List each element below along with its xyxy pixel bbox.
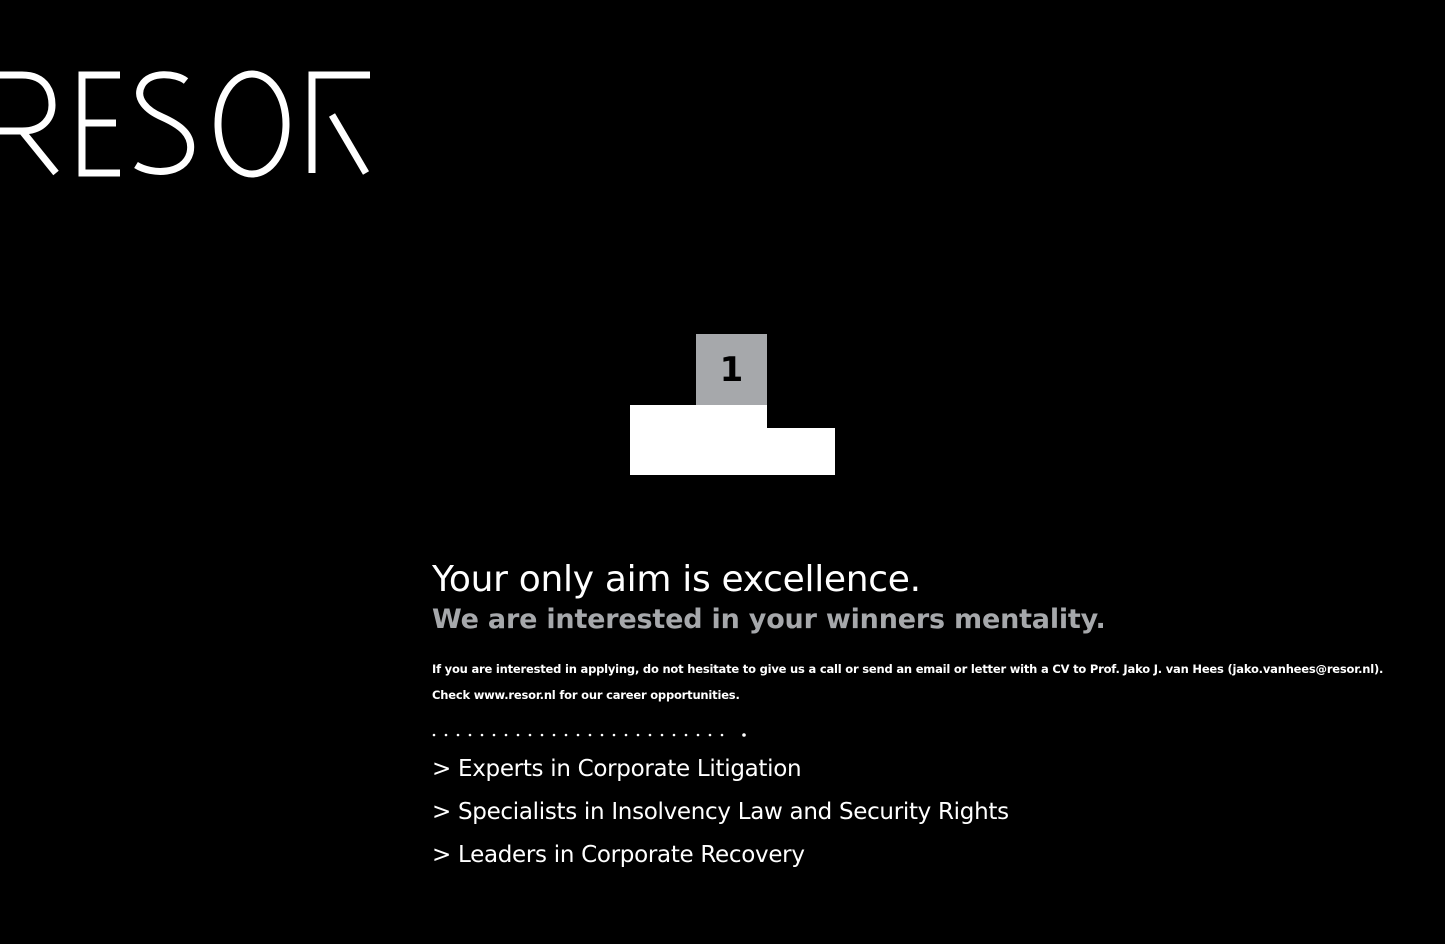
dotted-divider	[432, 733, 746, 737]
resor-logo	[0, 70, 370, 178]
subheadline: We are interested in your winners mental…	[432, 604, 1106, 635]
podium-base	[630, 405, 767, 475]
podium-first-place-label: 1	[719, 349, 744, 390]
headline: Your only aim is excellence.	[432, 559, 921, 600]
application-info: If you are interested in applying, do no…	[432, 662, 1384, 702]
bullet-insolvency-law: > Specialists in Insolvency Law and Secu…	[432, 799, 1009, 825]
bullet-corporate-recovery: > Leaders in Corporate Recovery	[432, 842, 805, 868]
bullet-list: > Experts in Corporate Litigation > Spec…	[432, 748, 1422, 877]
podium-third-place	[767, 428, 835, 475]
podium-first-place: 1	[696, 334, 767, 405]
main-content: Your only aim is excellence. We are inte…	[432, 558, 1422, 877]
podium-graphic: 1	[630, 334, 835, 475]
bullet-corporate-litigation: > Experts in Corporate Litigation	[432, 756, 802, 782]
